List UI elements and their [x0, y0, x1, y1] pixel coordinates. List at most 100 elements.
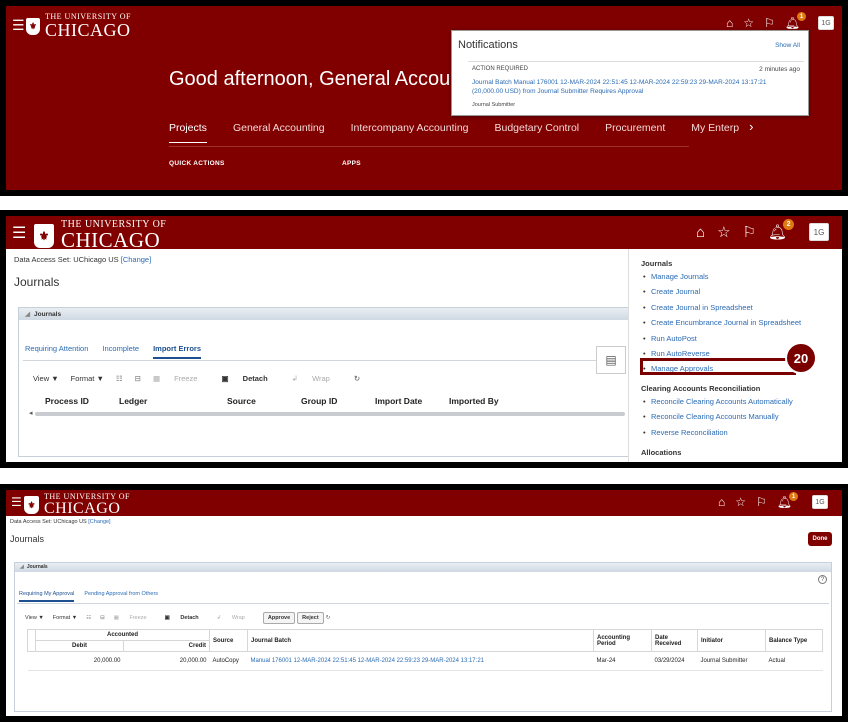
home-icon[interactable]: ⌂ — [718, 495, 725, 509]
task-reverse-reconciliation[interactable]: Reverse Reconciliation — [643, 428, 728, 437]
journals-region-header[interactable]: ◢ Journals — [15, 563, 831, 572]
notification-item[interactable]: ACTION REQUIRED 2 minutes ago Journal Ba… — [468, 61, 804, 111]
flag-icon[interactable]: ⚐ — [743, 223, 756, 241]
tab-import-errors[interactable]: Import Errors — [153, 344, 202, 359]
university-logo[interactable]: ⚜ THE UNIVERSITY OF CHICAGO — [26, 13, 131, 39]
notification-count-badge: 1 — [797, 12, 807, 21]
shield-icon: ⚜ — [26, 17, 40, 35]
view-menu[interactable]: View ▼ — [33, 374, 59, 383]
notification-count-badge: 2 — [783, 219, 795, 230]
tab-procurement[interactable]: Procurement — [605, 122, 665, 143]
wrap-button[interactable]: ↲ Wrap — [292, 374, 342, 383]
tab-projects[interactable]: Projects — [169, 122, 207, 143]
tab-general-accounting[interactable]: General Accounting — [233, 122, 325, 143]
home-icon[interactable]: ⌂ — [696, 224, 705, 241]
subtab-divider — [23, 360, 621, 361]
done-button[interactable]: Done — [808, 532, 832, 546]
star-icon[interactable]: ☆ — [735, 495, 746, 509]
tab-intercompany-accounting[interactable]: Intercompany Accounting — [351, 122, 469, 143]
detach-button[interactable]: ▣ Detach — [165, 615, 208, 621]
reject-button[interactable]: Reject — [297, 612, 324, 624]
col-group-id[interactable]: Group ID — [301, 396, 375, 406]
tab-requiring-my-approval[interactable]: Requiring My Approval — [19, 591, 75, 602]
refresh-icon[interactable]: ↻ — [326, 615, 331, 621]
freeze-button[interactable]: ▦ Freeze — [153, 374, 210, 383]
col-credit[interactable]: Credit — [123, 640, 210, 652]
task-create-journal-spreadsheet[interactable]: Create Journal in Spreadsheet — [643, 303, 753, 312]
home-icon[interactable]: ⌂ — [726, 16, 733, 30]
col-initiator[interactable]: Initiator — [697, 629, 766, 652]
filter-icon[interactable]: ⊟ — [135, 374, 141, 383]
logo-big-text: CHICAGO — [44, 500, 121, 517]
tab-pending-approval-from-others[interactable]: Pending Approval from Others — [84, 591, 158, 602]
show-all-link[interactable]: Show All — [775, 42, 800, 49]
university-logo[interactable]: ⚜ THE UNIVERSITY OF CHICAGO — [34, 220, 166, 251]
task-run-autoreverse[interactable]: Run AutoReverse — [643, 349, 710, 358]
col-accounting-period[interactable]: Accounting Period — [593, 629, 652, 652]
change-data-access-link[interactable]: [Change] — [121, 255, 151, 264]
task-create-encumbrance-journal[interactable]: Create Encumbrance Journal in Spreadshee… — [643, 318, 801, 327]
format-menu[interactable]: Format ▼ — [53, 615, 77, 621]
star-icon[interactable]: ☆ — [743, 16, 754, 30]
notifications-popup: Notifications Show All ACTION REQUIRED 2… — [451, 30, 809, 116]
approve-button[interactable]: Approve — [262, 612, 296, 624]
notification-message-link[interactable]: Journal Batch Manual 176001 12-MAR-2024 … — [472, 78, 792, 96]
task-manage-journals[interactable]: Manage Journals — [643, 272, 708, 281]
help-icon[interactable]: ? — [818, 575, 827, 584]
tab-budgetary-control[interactable]: Budgetary Control — [495, 122, 580, 143]
collapse-icon[interactable]: ◢ — [20, 564, 24, 570]
user-avatar[interactable]: 1G — [812, 495, 829, 509]
columns-icon[interactable]: ☷ — [86, 615, 91, 621]
freeze-button[interactable]: ▦ Freeze — [114, 615, 156, 621]
chevron-right-icon[interactable]: › — [749, 120, 753, 143]
scroll-left-icon[interactable]: ◂ — [29, 409, 33, 417]
journals-region-header[interactable]: ◢ Journals — [19, 308, 629, 320]
col-source[interactable]: Source — [209, 629, 248, 652]
flag-icon[interactable]: ⚐ — [756, 495, 767, 509]
col-debit[interactable]: Debit — [35, 640, 124, 652]
horizontal-scrollbar[interactable] — [35, 412, 625, 416]
user-avatar[interactable]: 1G — [818, 16, 835, 30]
view-menu[interactable]: View ▼ — [25, 615, 44, 621]
col-ledger[interactable]: Ledger — [119, 396, 227, 406]
menu-icon[interactable]: ☰ — [12, 17, 25, 34]
user-avatar[interactable]: 1G — [809, 223, 830, 241]
col-source[interactable]: Source — [227, 396, 301, 406]
col-balance-type[interactable]: Balance Type — [765, 629, 823, 652]
format-menu[interactable]: Format ▼ — [71, 374, 104, 383]
detach-button[interactable]: ▣ Detach — [221, 374, 279, 383]
bell-icon[interactable]: 🔔︎ 1 — [785, 12, 807, 30]
journal-batch-link[interactable]: Manual 176001 12-MAR-2024 22:51:45 12-MA… — [247, 651, 594, 671]
university-logo[interactable]: ⚜ THE UNIVERSITY OF CHICAGO — [24, 493, 130, 517]
change-data-access-link[interactable]: [Change] — [88, 519, 110, 525]
tasks-allocations-heading: Allocations — [641, 448, 682, 457]
journals-approval-panel: ☰ ⚜ THE UNIVERSITY OF CHICAGO ⌂ ☆ ⚐ 🔔︎ 1… — [0, 484, 848, 722]
task-run-autopost[interactable]: Run AutoPost — [643, 334, 697, 343]
col-journal-batch[interactable]: Journal Batch — [247, 629, 594, 652]
table-row[interactable]: 20,000.00 20,000.00 AutoCopy Manual 1760… — [27, 651, 823, 671]
star-icon[interactable]: ☆ — [717, 223, 730, 241]
bell-icon[interactable]: 🔔︎ 2 — [768, 219, 795, 241]
col-process-id[interactable]: Process ID — [45, 396, 119, 406]
bell-icon[interactable]: 🔔︎ 1 — [777, 492, 799, 509]
col-imported-by[interactable]: Imported By — [449, 396, 499, 406]
tasks-panel-toggle-icon[interactable]: ▤ — [596, 346, 626, 374]
tab-requiring-attention[interactable]: Requiring Attention — [25, 344, 88, 359]
columns-icon[interactable]: ☷ — [116, 374, 123, 383]
col-import-date[interactable]: Import Date — [375, 396, 449, 406]
tab-incomplete[interactable]: Incomplete — [102, 344, 139, 359]
row-select-cell[interactable] — [27, 651, 36, 671]
freeze-icon: ▦ — [152, 374, 161, 383]
task-reconcile-automatically[interactable]: Reconcile Clearing Accounts Automaticall… — [643, 397, 793, 406]
refresh-icon[interactable]: ↻ — [354, 374, 360, 383]
col-date-received[interactable]: Date Received — [651, 629, 698, 652]
menu-icon[interactable]: ☰ — [12, 223, 26, 243]
wrap-button[interactable]: ↲ Wrap — [217, 615, 254, 621]
filter-icon[interactable]: ⊟ — [100, 615, 105, 621]
flag-icon[interactable]: ⚐ — [764, 16, 775, 30]
collapse-icon[interactable]: ◢ — [25, 311, 30, 318]
task-create-journal[interactable]: Create Journal — [643, 287, 700, 296]
menu-icon[interactable]: ☰ — [11, 495, 22, 509]
task-reconcile-manually[interactable]: Reconcile Clearing Accounts Manually — [643, 412, 779, 421]
tab-my-enterprise[interactable]: My Enterp — [691, 122, 739, 143]
